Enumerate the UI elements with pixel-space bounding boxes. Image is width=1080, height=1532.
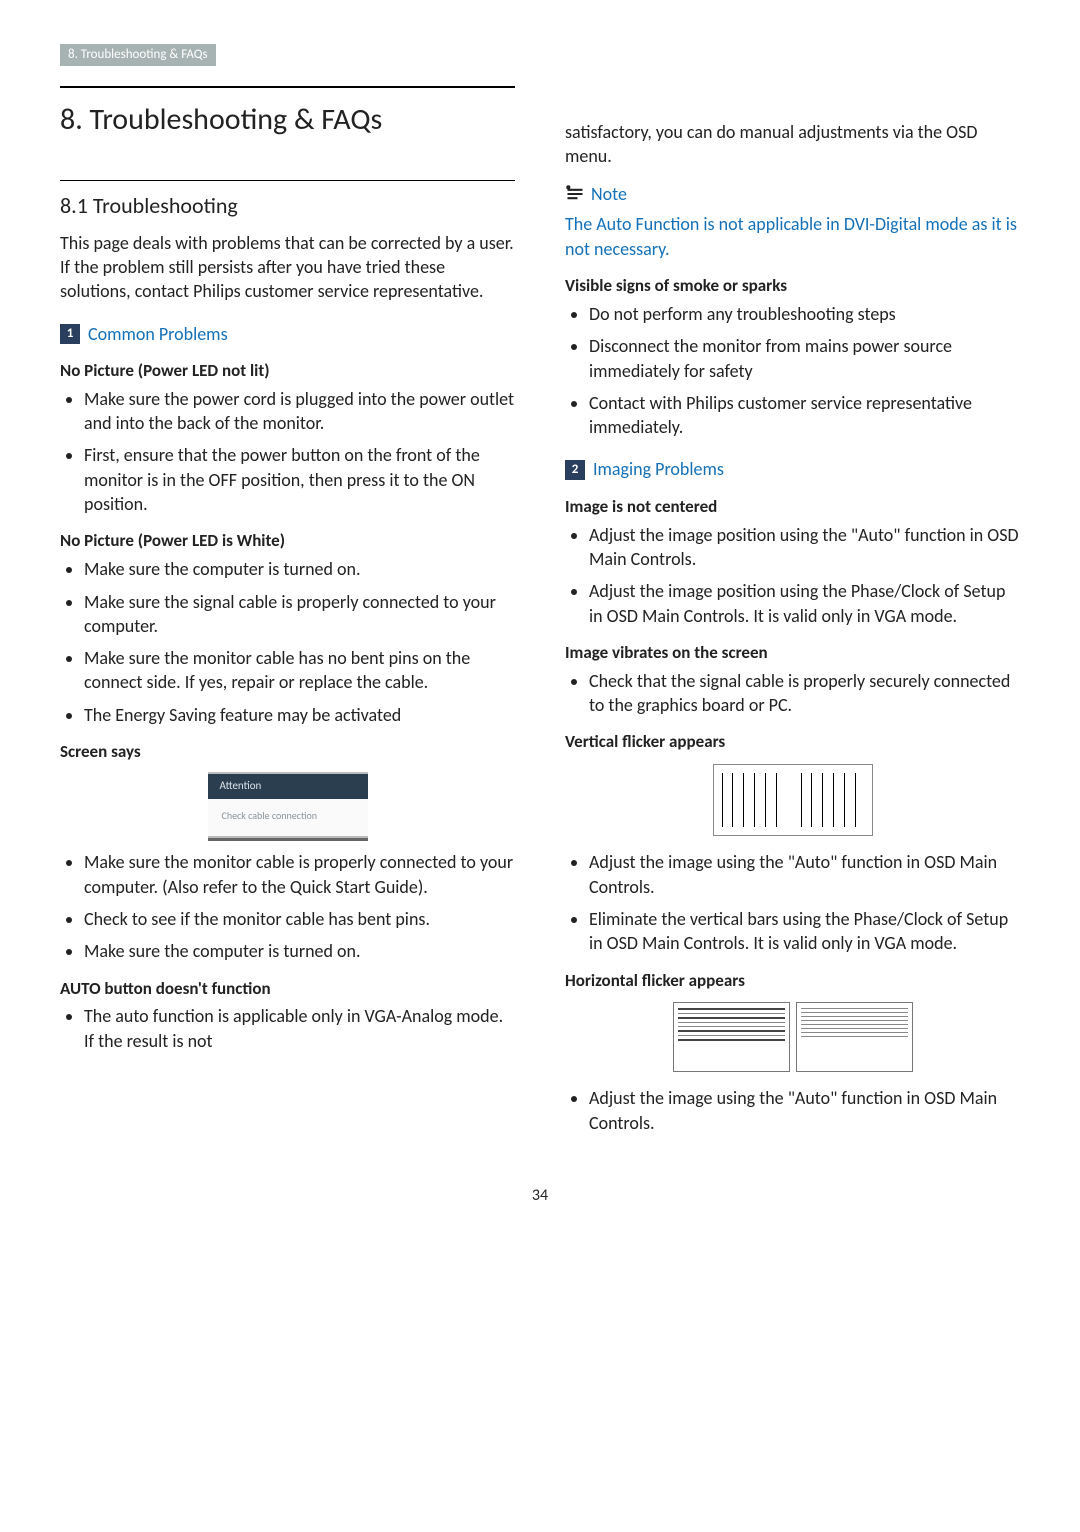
topic-image-not-centered: Image is not centered — [565, 496, 1020, 519]
list-item: Make sure the monitor cable has no bent … — [84, 646, 515, 695]
section-title: 8.1 Troubleshooting — [60, 180, 515, 221]
list-item: Check that the signal cable is properly … — [589, 669, 1020, 718]
list-item: Make sure the power cord is plugged into… — [84, 387, 515, 436]
page-columns: 8. Troubleshooting & FAQs 8.1 Troublesho… — [60, 78, 1020, 1146]
right-column: satisfactory, you can do manual adjustme… — [565, 78, 1020, 1146]
attention-dialog-image: Attention Check cable connection — [208, 772, 368, 838]
left-column: 8. Troubleshooting & FAQs 8.1 Troublesho… — [60, 78, 515, 1146]
topic-horizontal-flicker: Horizontal flicker appears — [565, 970, 1020, 993]
horizontal-flicker-image — [673, 1002, 913, 1072]
topic-screen-says: Screen says — [60, 741, 515, 764]
list-item: Eliminate the vertical bars using the Ph… — [589, 907, 1020, 956]
topic-list: Check that the signal cable is properly … — [565, 669, 1020, 718]
list-item: The auto function is applicable only in … — [84, 1004, 515, 1053]
topic-vertical-flicker: Vertical flicker appears — [565, 731, 1020, 754]
topic-list: The auto function is applicable only in … — [60, 1004, 515, 1053]
list-item: Contact with Philips customer service re… — [589, 391, 1020, 440]
page-number: 34 — [60, 1185, 1020, 1207]
chapter-title: 8. Troubleshooting & FAQs — [60, 86, 515, 141]
list-item: Make sure the monitor cable is properly … — [84, 850, 515, 899]
list-item: Make sure the computer is turned on. — [84, 557, 515, 581]
section-number-box: 1 — [60, 324, 80, 344]
note-icon — [565, 184, 585, 204]
common-problems-heading: 1 Common Problems — [60, 322, 515, 346]
topic-no-picture-led-white: No Picture (Power LED is White) — [60, 530, 515, 553]
attention-dialog-header: Attention — [208, 774, 368, 799]
topic-list: Make sure the power cord is plugged into… — [60, 387, 515, 516]
list-item: Adjust the image position using the "Aut… — [589, 523, 1020, 572]
auto-item-continuation: satisfactory, you can do manual adjustme… — [565, 120, 1020, 169]
list-item: Make sure the computer is turned on. — [84, 939, 515, 963]
list-item: Disconnect the monitor from mains power … — [589, 334, 1020, 383]
intro-paragraph: This page deals with problems that can b… — [60, 231, 515, 304]
list-item: Adjust the image position using the Phas… — [589, 579, 1020, 628]
topic-list: Adjust the image position using the "Aut… — [565, 523, 1020, 628]
topic-smoke-sparks: Visible signs of smoke or sparks — [565, 275, 1020, 298]
list-item: Make sure the signal cable is properly c… — [84, 590, 515, 639]
topic-list: Adjust the image using the "Auto" functi… — [565, 850, 1020, 955]
topic-list: Make sure the computer is turned on. Mak… — [60, 557, 515, 727]
list-item: First, ensure that the power button on t… — [84, 443, 515, 516]
note-text: The Auto Function is not applicable in D… — [565, 212, 1020, 261]
note-label: Note — [591, 182, 627, 206]
topic-no-picture-led-off: No Picture (Power LED not lit) — [60, 360, 515, 383]
breadcrumb-tag: 8. Troubleshooting & FAQs — [60, 44, 216, 66]
attention-dialog-body: Check cable connection — [208, 799, 368, 837]
list-item: Do not perform any troubleshooting steps — [589, 302, 1020, 326]
imaging-problems-heading: 2 Imaging Problems — [565, 457, 1020, 481]
topic-list: Adjust the image using the "Auto" functi… — [565, 1086, 1020, 1135]
list-item: The Energy Saving feature may be activat… — [84, 703, 515, 727]
list-item: Adjust the image using the "Auto" functi… — [589, 850, 1020, 899]
topic-image-vibrates: Image vibrates on the screen — [565, 642, 1020, 665]
vertical-flicker-image — [713, 764, 873, 836]
section-number-box: 2 — [565, 460, 585, 480]
topic-list: Make sure the monitor cable is properly … — [60, 850, 515, 963]
list-item: Check to see if the monitor cable has be… — [84, 907, 515, 931]
section-heading-text: Imaging Problems — [593, 457, 724, 481]
section-heading-text: Common Problems — [88, 322, 228, 346]
list-item: Adjust the image using the "Auto" functi… — [589, 1086, 1020, 1135]
topic-auto-button: AUTO button doesn't function — [60, 978, 515, 1001]
note-heading: Note — [565, 182, 1020, 206]
topic-list: Do not perform any troubleshooting steps… — [565, 302, 1020, 439]
